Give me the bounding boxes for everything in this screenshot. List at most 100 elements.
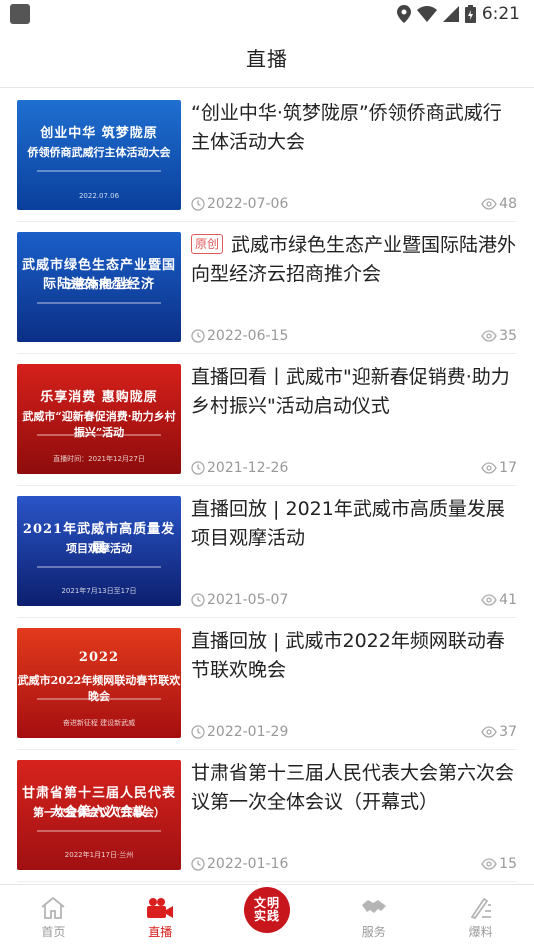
item-date: 2022-06-15	[191, 328, 288, 344]
item-date-text: 2022-07-06	[207, 196, 289, 212]
tab-home[interactable]: 首页	[0, 885, 107, 950]
tab-report[interactable]: 爆料	[427, 885, 534, 950]
item-date-text: 2021-05-07	[207, 592, 289, 608]
tab-live-label: 直播	[148, 925, 173, 939]
item-views: 48	[481, 196, 517, 212]
thumbnail-text: 创业中华 筑梦陇原	[40, 126, 158, 141]
item-views-count: 37	[499, 724, 517, 740]
thumbnail-decor	[37, 566, 161, 568]
item-title[interactable]: “创业中华·筑梦陇原”侨领侨商武威行主体活动大会	[191, 99, 517, 157]
thumbnail-image: 创业中华 筑梦陇原 侨领侨商武威行主体活动大会 2022.07.06	[17, 100, 181, 210]
item-views: 41	[481, 592, 517, 608]
item-date: 2022-07-06	[191, 196, 288, 212]
clock-icon	[191, 461, 205, 475]
thumbnail-text: 云招商推介会	[66, 278, 132, 291]
original-badge: 原创	[191, 234, 224, 254]
item-date-text: 2022-01-29	[207, 724, 289, 740]
live-list[interactable]: 创业中华 筑梦陇原 侨领侨商武威行主体活动大会 2022.07.06 “创业中华·筑梦…	[0, 89, 534, 884]
item-views: 17	[481, 460, 517, 476]
item-views: 35	[481, 328, 517, 344]
item-title-text: 武威市绿色生态产业暨国际陆港外向型经济云招商推介会	[191, 234, 517, 285]
bottom-tab-bar: 首页 直播 文明实践 服务 爆料	[0, 884, 534, 950]
list-item[interactable]: 甘肃省第十三届人民代表大会第六次会议 第一次全体会议（开幕会） 2022年1月17日…	[17, 749, 517, 882]
item-views: 15	[481, 856, 517, 872]
thumbnail-text: 第一次全体会议（开幕会）	[33, 806, 165, 819]
item-views-count: 35	[499, 328, 517, 344]
clock-icon	[191, 593, 205, 607]
thumbnail-text: 项目观摩活动	[66, 542, 132, 555]
eye-icon	[481, 198, 497, 210]
clock-icon	[191, 725, 205, 739]
eye-icon	[481, 858, 497, 870]
item-date: 2021-05-07	[191, 592, 288, 608]
item-info: 甘肃省第十三届人民代表大会第六次会议第一次全体会议（开幕式） 2022-01-16…	[191, 749, 517, 881]
thumbnail-image: 2021年武威市高质量发展 项目观摩活动 2021年7月13日至17日	[17, 496, 181, 606]
page-title: 直播	[246, 47, 288, 71]
eye-icon	[481, 330, 497, 342]
item-info: 直播回放 | 2021年武威市高质量发展项目观摩活动 2021-05-07 41	[191, 485, 517, 617]
item-title-text: 甘肃省第十三届人民代表大会第六次会议第一次全体会议（开幕式）	[191, 762, 515, 813]
notification-icon	[10, 4, 30, 24]
edit-icon	[470, 897, 491, 920]
item-title[interactable]: 直播回放 | 武威市2022年频网联动春节联欢晚会	[191, 627, 517, 685]
item-views-count: 41	[499, 592, 517, 608]
item-title-text: 直播回放 | 2021年武威市高质量发展项目观摩活动	[191, 498, 505, 549]
thumbnail-text: 2022年1月17日·兰州	[64, 851, 134, 859]
item-date-text: 2022-01-16	[207, 856, 289, 872]
tab-service-label: 服务	[361, 925, 386, 939]
tab-civilization-practice[interactable]: 文明实践	[214, 885, 321, 950]
item-views-count: 17	[499, 460, 517, 476]
thumbnail-text: 直播时间：2021年12月27日	[53, 455, 145, 463]
status-time: 6:21	[481, 4, 520, 24]
item-views-count: 48	[499, 196, 517, 212]
thumbnail-decor	[37, 698, 161, 700]
civilization-practice-label: 文明实践	[253, 896, 280, 923]
item-meta: 2021-05-07 41	[191, 592, 517, 608]
status-bar: 6:21	[0, 0, 534, 28]
thumbnail-image: 甘肃省第十三届人民代表大会第六次会议 第一次全体会议（开幕会） 2022年1月17日…	[17, 760, 181, 870]
item-views-count: 15	[499, 856, 517, 872]
item-meta: 2022-07-06 48	[191, 196, 517, 212]
thumbnail-text: 2022.07.06	[78, 192, 120, 200]
thumbnail-decor	[37, 170, 161, 172]
eye-icon	[481, 594, 497, 606]
battery-icon	[464, 5, 476, 23]
thumbnail-text: 奋进新征程 建设新武威	[62, 719, 136, 727]
item-date: 2021-12-26	[191, 460, 288, 476]
item-divider	[17, 881, 517, 882]
item-title[interactable]: 原创 武威市绿色生态产业暨国际陆港外向型经济云招商推介会	[191, 231, 517, 289]
item-views: 37	[481, 724, 517, 740]
item-title[interactable]: 直播回看丨武威市"迎新春促销费·助力乡村振兴"活动启动仪式	[191, 363, 517, 421]
thumbnail-image: 2022 武威市2022年频网联动春节联欢晚会 奋进新征程 建设新武威	[17, 628, 181, 738]
item-title[interactable]: 甘肃省第十三届人民代表大会第六次会议第一次全体会议（开幕式）	[191, 759, 517, 817]
item-title[interactable]: 直播回放 | 2021年武威市高质量发展项目观摩活动	[191, 495, 517, 553]
tab-report-label: 爆料	[468, 925, 493, 939]
signal-icon	[442, 6, 459, 22]
item-title-text: “创业中华·筑梦陇原”侨领侨商武威行主体活动大会	[191, 102, 502, 153]
item-meta: 2021-12-26 17	[191, 460, 517, 476]
list-item[interactable]: 武威市绿色生态产业暨国际陆港外向型经济 云招商推介会 原创 武威市绿色生态产业暨国际陆…	[17, 221, 517, 354]
list-item[interactable]: 2022 武威市2022年频网联动春节联欢晚会 奋进新征程 建设新武威 直播回放 | …	[17, 617, 517, 750]
item-date-text: 2021-12-26	[207, 460, 289, 476]
item-title-text: 直播回看丨武威市"迎新春促销费·助力乡村振兴"活动启动仪式	[191, 366, 510, 417]
list-item[interactable]: 创业中华 筑梦陇原 侨领侨商武威行主体活动大会 2022.07.06 “创业中华·筑梦…	[17, 89, 517, 222]
item-info: 直播回看丨武威市"迎新春促销费·助力乡村振兴"活动启动仪式 2021-12-26 1…	[191, 353, 517, 485]
civilization-practice-icon: 文明实践	[243, 887, 290, 933]
thumbnail-image: 乐享消费 惠购陇原 武威市“迎新春促消费·助力乡村振兴”活动 直播时间：2021年1…	[17, 364, 181, 474]
thumbnail-text: 乐享消费 惠购陇原	[40, 390, 158, 405]
wifi-icon	[416, 6, 437, 22]
list-item[interactable]: 乐享消费 惠购陇原 武威市“迎新春促消费·助力乡村振兴”活动 直播时间：2021年1…	[17, 353, 517, 486]
item-info: “创业中华·筑梦陇原”侨领侨商武威行主体活动大会 2022-07-06 48	[191, 89, 517, 221]
tab-live[interactable]: 直播	[107, 885, 214, 950]
eye-icon	[481, 726, 497, 738]
thumbnail-decor	[37, 830, 161, 832]
app-header: 直播	[0, 28, 534, 88]
thumbnail-decor	[37, 434, 161, 436]
item-meta: 2022-01-29 37	[191, 724, 517, 740]
tab-service[interactable]: 服务	[320, 885, 427, 950]
thumbnail-image: 武威市绿色生态产业暨国际陆港外向型经济 云招商推介会	[17, 232, 181, 342]
list-item[interactable]: 2021年武威市高质量发展 项目观摩活动 2021年7月13日至17日 直播回放 | …	[17, 485, 517, 618]
item-title-text: 直播回放 | 武威市2022年频网联动春节联欢晚会	[191, 630, 505, 681]
clock-icon	[191, 329, 205, 343]
status-left	[10, 4, 30, 24]
